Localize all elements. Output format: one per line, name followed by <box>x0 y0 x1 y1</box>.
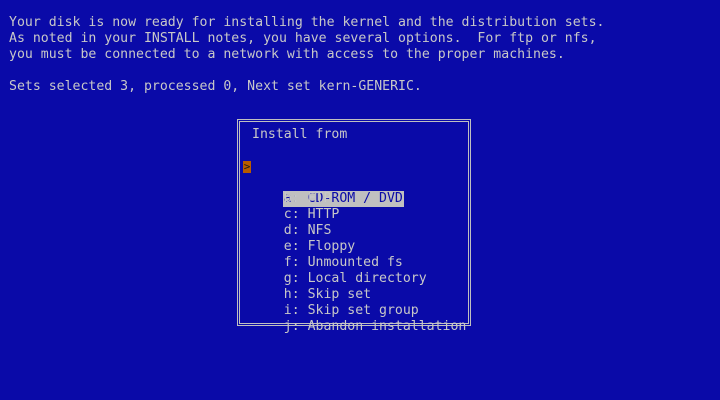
menu-item-cdrom-dvd[interactable]: > a: CD-ROM / DVD <box>243 159 466 207</box>
menu-item-abandon-installation[interactable]: j: Abandon installation <box>243 303 467 334</box>
intro-line-2: As noted in your INSTALL notes, you have… <box>9 31 597 46</box>
menu-options-list: > a: CD-ROM / DVD b: FTP c: HTTP d: NFS … <box>243 159 467 334</box>
menu-item-skip-set-group[interactable]: i: Skip set group <box>243 287 466 318</box>
status-line: Sets selected 3, processed 0, Next set k… <box>9 79 422 94</box>
menu-item-ftp[interactable]: b: FTP <box>243 175 466 206</box>
selection-cursor-icon: > <box>243 160 251 173</box>
menu-item-http[interactable]: c: HTTP <box>243 191 466 222</box>
intro-line-1: Your disk is now ready for installing th… <box>9 15 605 30</box>
menu-item-unmounted-fs[interactable]: f: Unmounted fs <box>243 239 466 270</box>
menu-item-label: j: Abandon installation <box>283 319 467 334</box>
menu-item-local-directory[interactable]: g: Local directory <box>243 255 466 286</box>
menu-item-skip-set[interactable]: h: Skip set <box>243 271 466 302</box>
menu-item-floppy[interactable]: e: Floppy <box>243 223 466 254</box>
menu-item-nfs[interactable]: d: NFS <box>243 207 466 238</box>
menu-title: Install from <box>252 127 348 142</box>
intro-line-3: you must be connected to a network with … <box>9 47 565 62</box>
